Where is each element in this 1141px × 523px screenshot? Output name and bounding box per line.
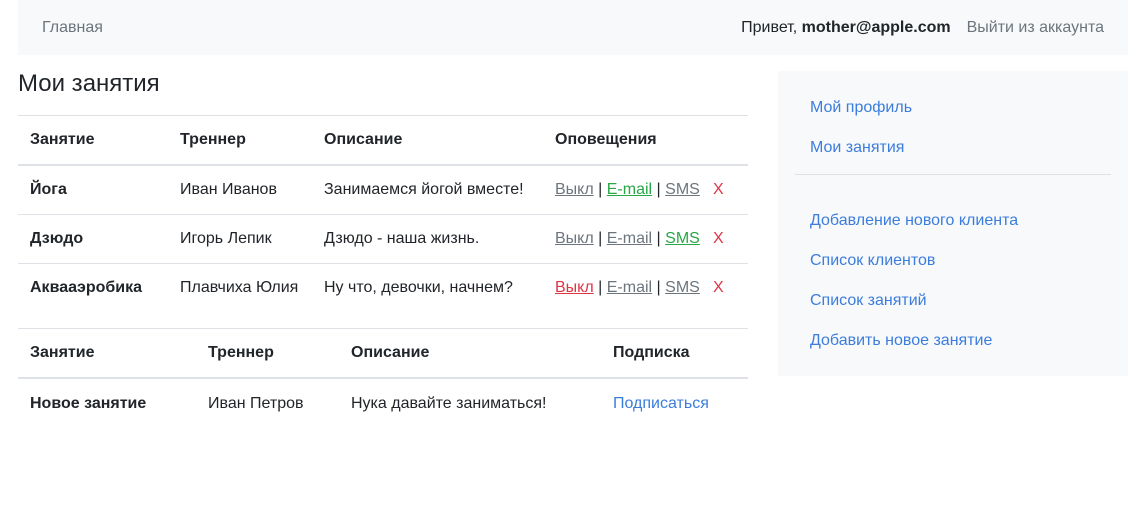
notify-email-link[interactable]: E-mail: [607, 181, 652, 198]
separator: |: [656, 230, 661, 247]
separator: |: [598, 279, 603, 296]
nav-home-link[interactable]: Главная: [42, 19, 103, 37]
separator: |: [656, 181, 661, 198]
notify-sms-link[interactable]: SMS: [665, 279, 700, 296]
class-name: Дзюдо: [18, 214, 168, 264]
class-description: Занимаемся йогой вместе!: [324, 181, 524, 198]
delete-class-button[interactable]: X: [713, 279, 724, 297]
sidebar-item-add-class[interactable]: Добавить новое занятие: [810, 332, 992, 350]
column-header-trainer: Треннер: [168, 115, 312, 166]
notify-email-link[interactable]: E-mail: [607, 279, 652, 296]
class-name: Новое занятие: [30, 395, 147, 412]
notify-sms-link[interactable]: SMS: [665, 181, 700, 198]
sidebar-item-client-list[interactable]: Список клиентов: [810, 252, 935, 270]
column-header-class: Занятие: [18, 115, 168, 166]
notification-cell: Выкл | E-mail | SMS X: [543, 165, 748, 215]
logout-link[interactable]: Выйти из аккаунта: [967, 19, 1104, 37]
notify-off-link[interactable]: Выкл: [555, 279, 594, 296]
class-name: Аквааэробика: [18, 263, 168, 312]
subscribe-link[interactable]: Подписаться: [613, 395, 709, 412]
my-classes-table: Занятие Треннер Описание Оповещения Йога…: [18, 115, 748, 312]
delete-class-button[interactable]: X: [713, 181, 724, 199]
column-header-description: Описание: [312, 115, 543, 166]
class-description: Нука давайте заниматься!: [351, 395, 547, 412]
nav-user-area: Привет, mother@apple.com Выйти из аккаун…: [741, 19, 1104, 37]
table-row: Дзюдо Игорь Лепик Дзюдо - наша жизнь. Вы…: [18, 214, 748, 264]
user-greeting: Привет, mother@apple.com: [741, 19, 950, 37]
class-trainer: Плавчиха Юлия: [168, 263, 312, 312]
class-description: Дзюдо - наша жизнь.: [312, 214, 543, 264]
class-trainer: Иван Петров: [208, 395, 304, 412]
class-description: Ну что, девочки, начнем?: [312, 263, 543, 312]
column-header-class: Занятие: [18, 328, 196, 379]
page-title: Мои занятия: [18, 70, 160, 97]
user-email: mother@apple.com: [801, 18, 951, 36]
sidebar: Мой профиль Мои занятия Добавление новог…: [778, 71, 1128, 376]
top-navbar: Главная Привет, mother@apple.com Выйти и…: [18, 0, 1128, 55]
notify-off-link[interactable]: Выкл: [555, 181, 594, 198]
table-row: Новое занятие Иван Петров Нука давайте з…: [18, 378, 748, 429]
separator: |: [598, 181, 603, 198]
greeting-text: Привет,: [741, 18, 798, 36]
separator: |: [656, 279, 661, 296]
sidebar-item-add-client[interactable]: Добавление нового клиента: [810, 212, 1018, 230]
table-row: Аквааэробика Плавчиха Юлия Ну что, девоч…: [18, 263, 748, 312]
sidebar-item-my-classes[interactable]: Мои занятия: [810, 139, 904, 157]
column-header-description: Описание: [339, 328, 601, 379]
sidebar-item-my-profile[interactable]: Мой профиль: [810, 99, 912, 117]
sidebar-divider: [795, 174, 1111, 175]
class-name: Йога: [30, 181, 67, 198]
column-header-subscription: Подписка: [601, 328, 748, 379]
notify-sms-link[interactable]: SMS: [665, 230, 700, 247]
subscription-cell: Подписаться: [601, 378, 748, 429]
separator: |: [598, 230, 603, 247]
sidebar-item-class-list[interactable]: Список занятий: [810, 292, 927, 310]
delete-class-button[interactable]: X: [713, 230, 724, 248]
column-header-trainer: Треннер: [196, 328, 339, 379]
table-header-row: Занятие Треннер Описание Подписка: [18, 328, 748, 379]
notification-cell: Выкл | E-mail | SMS X: [543, 263, 748, 312]
class-trainer: Иван Иванов: [180, 181, 277, 198]
available-classes-table: Занятие Треннер Описание Подписка Новое …: [18, 328, 748, 429]
notification-cell: Выкл | E-mail | SMS X: [543, 214, 748, 264]
notify-email-link[interactable]: E-mail: [607, 230, 652, 247]
table-header-row: Занятие Треннер Описание Оповещения: [18, 115, 748, 166]
column-header-notifications: Оповещения: [543, 115, 748, 166]
table-row: Йога Иван Иванов Занимаемся йогой вместе…: [18, 165, 748, 215]
class-trainer: Игорь Лепик: [168, 214, 312, 264]
notify-off-link[interactable]: Выкл: [555, 230, 594, 247]
